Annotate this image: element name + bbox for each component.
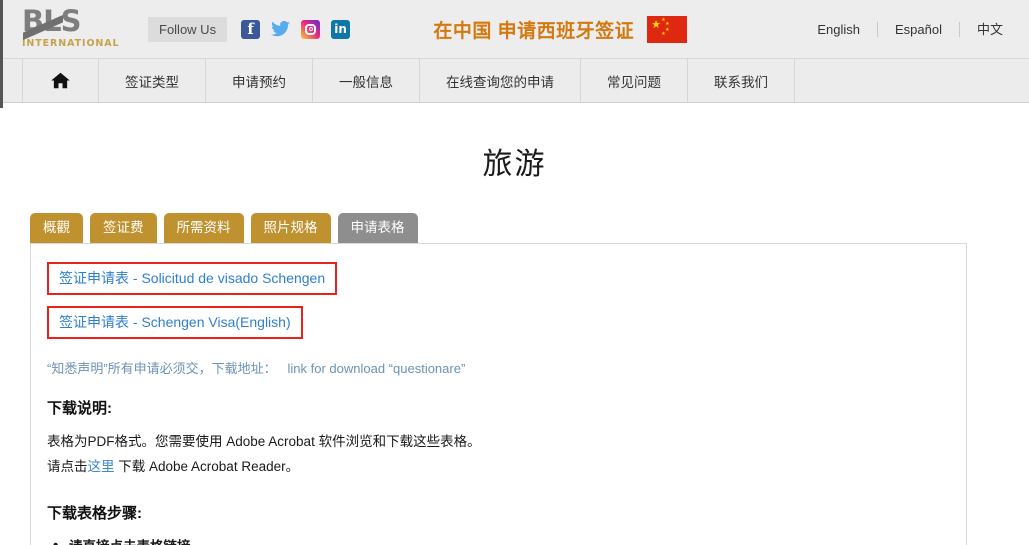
tab-required-documents[interactable]: 所需资料 [163, 213, 244, 243]
flag-star-small: ★ [661, 30, 666, 37]
main-navigation: 签证类型 申请预约 一般信息 在线查询您的申请 常见问题 联系我们 [0, 58, 1029, 103]
tab-panel-application-forms: 签证申请表 - Solicitud de visado Schengen 签证申… [30, 243, 967, 545]
flag-star-small: ★ [665, 20, 670, 27]
bls-logo[interactable]: BLS INTERNATIONAL [22, 6, 126, 52]
logo-mark: BLS [22, 6, 126, 36]
nav-item-track-application[interactable]: 在线查询您的申请 [420, 59, 581, 102]
declaration-note: “知悉声明”所有申请必须交，下载地址： link for download “q… [47, 358, 950, 377]
nav-item-contact-us[interactable]: 联系我们 [688, 59, 795, 102]
download-instructions-paragraph-1: 表格为PDF格式。您需要使用 Adobe Acrobat 软件浏览和下载这些表格… [47, 434, 481, 449]
download-para2-suffix: 下载 Adobe Acrobat Reader。 [114, 459, 300, 474]
china-flag-icon: ★ ★ ★ ★ ★ [647, 15, 688, 43]
download-instructions-paragraph-2: 请点击这里 下载 Adobe Acrobat Reader。 [47, 456, 950, 477]
hero-banner: 在中国 申请西班牙签证 ★ ★ ★ ★ ★ [350, 15, 800, 43]
nav-item-home[interactable] [22, 59, 99, 102]
language-switcher: English Español 中文 [800, 21, 1021, 37]
home-icon [51, 72, 70, 89]
language-english[interactable]: English [800, 21, 878, 37]
declaration-note-text: “知悉声明”所有申请必须交，下载地址： [47, 361, 277, 376]
tab-photo-specification[interactable]: 照片规格 [250, 213, 331, 243]
flag-star-large: ★ [651, 18, 661, 31]
linkedin-icon[interactable]: in [331, 19, 351, 39]
instagram-dot-shape [308, 27, 313, 31]
highlight-box-english-form: 签证申请表 - Schengen Visa(English) [47, 306, 303, 339]
tab-bar: 概觀 签证费 所需资料 照片规格 申请表格 [0, 213, 1029, 243]
list-item: 请直接点击表格链接 [53, 536, 950, 545]
link-adobe-reader[interactable]: 这里 [88, 459, 115, 474]
nav-item-appointment[interactable]: 申请预约 [206, 59, 313, 102]
language-chinese[interactable]: 中文 [960, 22, 1007, 37]
tab-overview[interactable]: 概觀 [30, 213, 83, 243]
link-visa-application-form-english[interactable]: 签证申请表 - Schengen Visa(English) [59, 314, 291, 330]
nav-item-faq[interactable]: 常见问题 [581, 59, 688, 102]
download-steps-heading: 下载表格步骤: [47, 505, 142, 522]
logo-subtitle: INTERNATIONAL [22, 38, 120, 49]
tab-visa-fee[interactable]: 签证费 [90, 213, 157, 243]
download-steps-list: 请直接点击表格链接 表格打开时，将表格保存到您的电脑上 [47, 536, 950, 545]
highlight-box-spanish-form: 签证申请表 - Solicitud de visado Schengen [47, 262, 338, 295]
download-instructions-heading: 下载说明: [47, 400, 112, 417]
page-content: 旅游 概觀 签证费 所需资料 照片规格 申请表格 签证申请表 - Solicit… [0, 103, 1029, 545]
twitter-icon[interactable] [271, 20, 291, 39]
instagram-icon[interactable] [301, 19, 321, 39]
instagram-ring-shape [305, 23, 317, 35]
nav-item-visa-types[interactable]: 签证类型 [99, 59, 206, 102]
left-edge-strip [0, 0, 3, 108]
hero-title: 在中国 申请西班牙签证 [433, 20, 635, 42]
facebook-icon[interactable]: f [241, 19, 261, 39]
page-title: 旅游 [482, 148, 547, 181]
follow-us-button[interactable]: Follow Us [148, 16, 228, 42]
download-para2-prefix: 请点击 [47, 459, 88, 474]
link-questionare-download[interactable]: link for download “questionare” [288, 361, 466, 376]
tab-application-forms[interactable]: 申请表格 [337, 213, 418, 243]
top-bar: BLS INTERNATIONAL Follow Us f in 在中国 申请西… [0, 0, 1029, 58]
nav-item-general-info[interactable]: 一般信息 [313, 59, 420, 102]
social-links: f in [241, 19, 351, 39]
link-visa-application-form-spanish[interactable]: 签证申请表 - Solicitud de visado Schengen [59, 270, 325, 286]
language-espanol[interactable]: Español [878, 21, 960, 37]
